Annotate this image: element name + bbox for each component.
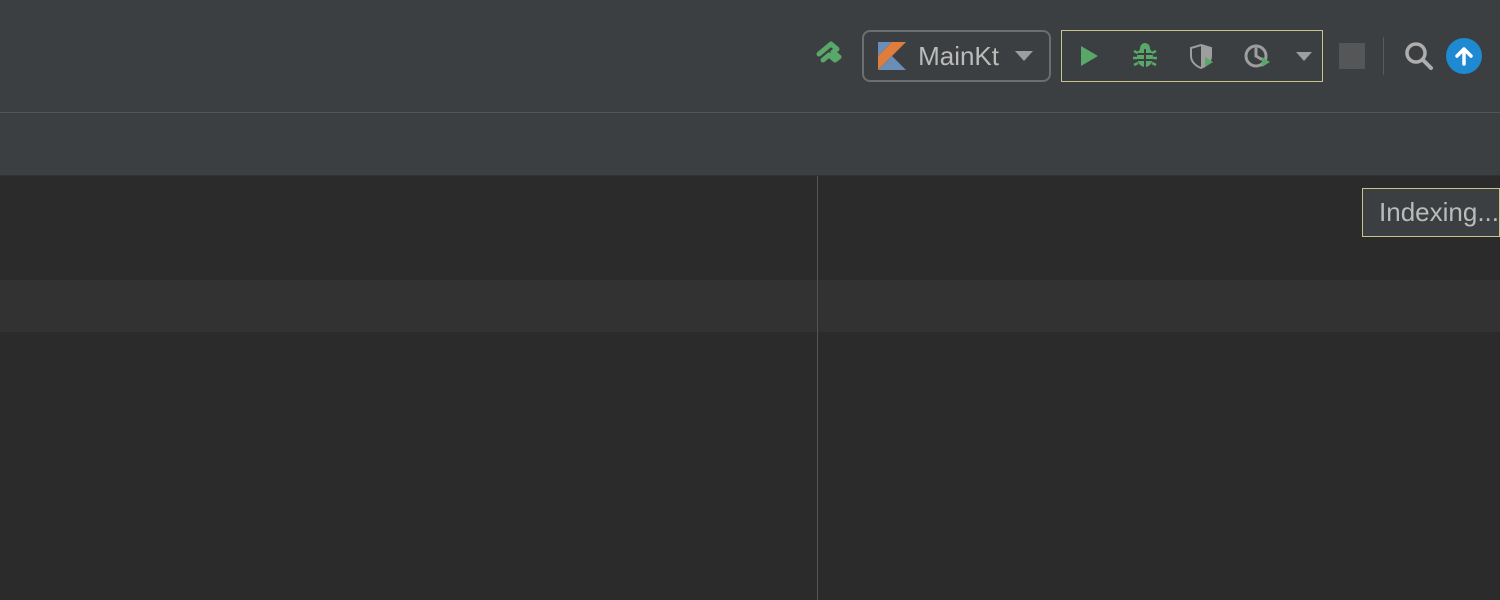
- chevron-down-icon: [1015, 51, 1033, 61]
- navigation-bar: [0, 113, 1500, 176]
- editor-line-current[interactable]: [0, 280, 1500, 332]
- run-configuration-selector[interactable]: MainKt: [862, 30, 1051, 82]
- play-icon: [1076, 43, 1102, 69]
- editor-line[interactable]: [0, 332, 1500, 384]
- update-button[interactable]: [1446, 38, 1482, 74]
- search-icon: [1404, 41, 1434, 71]
- profile-button[interactable]: [1240, 39, 1274, 73]
- toolbar-divider: [1383, 37, 1384, 75]
- search-button[interactable]: [1402, 39, 1436, 73]
- editor-split-divider[interactable]: [817, 176, 818, 600]
- coverage-button[interactable]: [1184, 39, 1218, 73]
- hammer-icon: [813, 40, 845, 72]
- run-config-label: MainKt: [918, 41, 999, 72]
- run-actions-group: [1061, 30, 1323, 82]
- stop-button[interactable]: [1339, 43, 1365, 69]
- profiler-icon: [1243, 42, 1271, 70]
- kotlin-icon: [878, 42, 906, 70]
- main-toolbar: MainKt: [0, 0, 1500, 113]
- chevron-down-icon[interactable]: [1296, 52, 1312, 61]
- debug-button[interactable]: [1128, 39, 1162, 73]
- editor-line[interactable]: [0, 228, 1500, 280]
- editor-line[interactable]: [0, 176, 1500, 228]
- shield-icon: [1187, 42, 1215, 70]
- editor-area: Indexing...: [0, 176, 1500, 600]
- run-button[interactable]: [1072, 39, 1106, 73]
- build-button[interactable]: [812, 39, 846, 73]
- indexing-label: Indexing...: [1379, 197, 1499, 227]
- indexing-status-tooltip: Indexing...: [1362, 188, 1500, 237]
- bug-icon: [1130, 41, 1160, 71]
- arrow-up-icon: [1453, 45, 1475, 67]
